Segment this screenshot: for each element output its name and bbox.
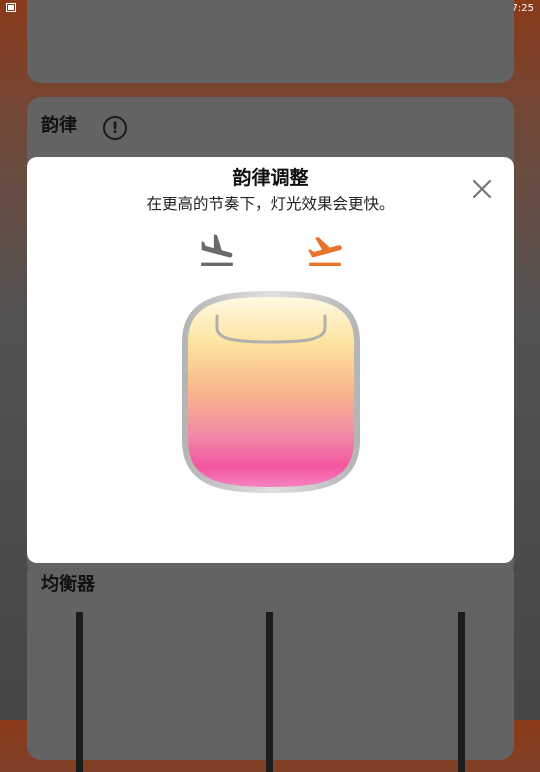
speaker-glow-illustration [182, 290, 360, 494]
airplane-takeoff-icon[interactable] [305, 231, 345, 271]
equalizer-slider-2[interactable] [266, 612, 273, 772]
equalizer-card: 均衡器 [27, 560, 514, 772]
airplane-landing-icon[interactable] [197, 231, 237, 271]
top-card [27, 0, 514, 83]
rhythm-title: 韵律 [41, 115, 77, 136]
image-icon [6, 3, 16, 12]
info-icon[interactable]: ! [103, 116, 127, 140]
dialog-subtitle: 在更高的节奏下，灯光效果会更快。 [146, 195, 395, 213]
equalizer-title: 均衡器 [41, 574, 95, 595]
equalizer-slider-3[interactable] [458, 612, 465, 772]
dialog-title: 韵律调整 [232, 167, 309, 189]
rhythm-adjust-dialog: 韵律调整 在更高的节奏下，灯光效果会更快。 [27, 157, 514, 563]
equalizer-slider-1[interactable] [76, 612, 83, 772]
close-icon[interactable] [467, 174, 497, 204]
